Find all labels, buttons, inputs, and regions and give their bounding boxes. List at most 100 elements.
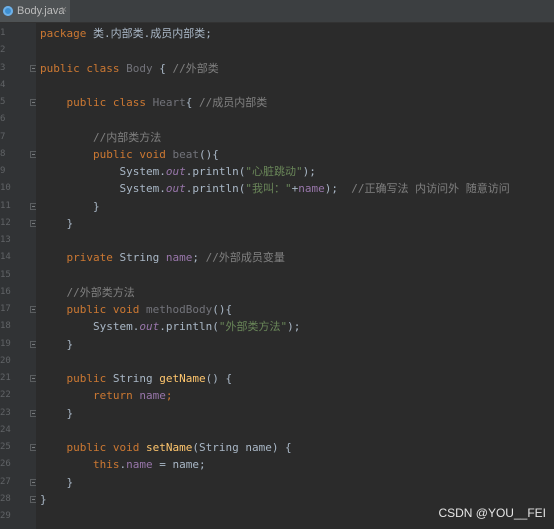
editor-tab-bar: Body.java × [0, 0, 554, 23]
java-class-icon [3, 6, 13, 16]
line-number: 25 [0, 442, 11, 452]
close-icon[interactable]: × [61, 4, 67, 16]
code-line: private String name; //外部成员变量 [40, 249, 285, 266]
code-token: { [152, 61, 173, 75]
code-token: .println( [185, 165, 246, 178]
code-token: { [185, 96, 199, 109]
code-token: } [40, 337, 74, 351]
line-number: 4 [0, 79, 6, 90]
code-token: String [119, 251, 166, 265]
code-line: } [40, 405, 73, 422]
code-line: } [40, 474, 73, 491]
line-number: 22 [0, 390, 11, 401]
code-token: "外部类方法" [218, 320, 288, 334]
line-number: 1 [0, 28, 6, 38]
line-number: 29 [0, 511, 11, 521]
code-token: (String name) { [192, 441, 292, 454]
line-number: 9 [0, 166, 6, 176]
code-token: (){ [198, 147, 219, 161]
code-line: System.out.println("外部类方法"); [40, 318, 300, 335]
code-token: System. [40, 320, 140, 334]
code-token: return [92, 389, 140, 403]
line-number: 23 [0, 407, 11, 418]
code-token: setName [145, 441, 193, 454]
code-token: name [126, 458, 153, 472]
code-token: public [66, 372, 113, 385]
code-line: //内部类方法 [40, 129, 161, 146]
line-number: 26 [0, 459, 11, 470]
line-number: 19 [0, 338, 11, 349]
code-token: } [40, 475, 74, 489]
code-line: } [40, 198, 100, 215]
code-token: Body [126, 61, 153, 75]
line-number-gutter: 1 2 3 4 5 6 7 8 9 10 11 12 13 14 15 16 17 18 19 20 21 22 23 24 2… [0, 23, 37, 529]
code-token: "心脏跳动" [245, 165, 303, 178]
code-line: } [40, 215, 73, 232]
code-token: = name; [152, 458, 206, 472]
line-number: 5 [0, 97, 6, 107]
code-token: ; [165, 389, 173, 403]
code-token: this [92, 458, 120, 472]
code-token: //内部类方法 [40, 130, 162, 144]
tab-body-java[interactable]: Body.java × [0, 0, 70, 22]
code-token: public void [66, 441, 146, 454]
line-number: 16 [0, 286, 11, 297]
code-token: 类.内部类.成员内部类; [92, 27, 212, 40]
code-token: String [112, 372, 160, 385]
line-number: 14 [0, 252, 11, 263]
line-number: 17 [0, 304, 11, 314]
line-number: 3 [0, 62, 6, 73]
line-number: 10 [0, 183, 11, 194]
code-token: name [298, 182, 325, 196]
code-line: public class Body { //外部类 [40, 60, 219, 77]
code-line: } [40, 336, 73, 353]
code-token: getName [159, 372, 206, 385]
line-number: 20 [0, 355, 11, 366]
code-line: public String getName() { [40, 370, 233, 387]
code-token: .println( [159, 320, 219, 334]
code-token: //正确写法 内访问外 随意访问 [351, 182, 510, 196]
code-line: return name; [40, 387, 172, 404]
code-token: //外部成员变量 [205, 251, 285, 265]
code-token: name [165, 251, 193, 265]
code-token: out [165, 165, 186, 178]
line-number: 11 [0, 200, 11, 211]
code-token: beat [172, 147, 199, 161]
code-token: .println( [185, 182, 246, 196]
code-token: //外部类 [172, 61, 219, 75]
tab-label: Body.java [17, 5, 65, 17]
code-line: } [40, 491, 47, 508]
code-line: //外部类方法 [40, 284, 134, 301]
code-token: } [40, 406, 74, 420]
code-editor[interactable]: package 类.内部类.成员内部类; public class Body { … [36, 23, 554, 529]
code-line: public class Heart{ //成员内部类 [40, 94, 268, 111]
code-line: public void beat(){ [40, 146, 219, 163]
code-token: name [139, 389, 166, 403]
code-token: () { [205, 372, 233, 385]
line-number: 12 [0, 217, 11, 228]
code-token: ); [287, 320, 301, 334]
code-token: System. [40, 182, 166, 196]
code-token: private [66, 251, 120, 265]
line-number: 24 [0, 424, 11, 435]
code-token: methodBody [145, 303, 213, 316]
code-line: package 类.内部类.成员内部类; [40, 25, 212, 42]
code-token: "我叫：" [245, 182, 292, 196]
code-line: public void setName(String name) { [40, 439, 292, 456]
line-number: 6 [0, 114, 6, 125]
code-line: public void methodBody(){ [40, 301, 233, 318]
code-token: package [40, 27, 93, 40]
line-number: 2 [0, 45, 6, 56]
code-token: public class [40, 61, 127, 75]
line-number: 21 [0, 373, 11, 383]
code-token: Heart [152, 96, 186, 109]
code-token: ); [302, 165, 316, 178]
